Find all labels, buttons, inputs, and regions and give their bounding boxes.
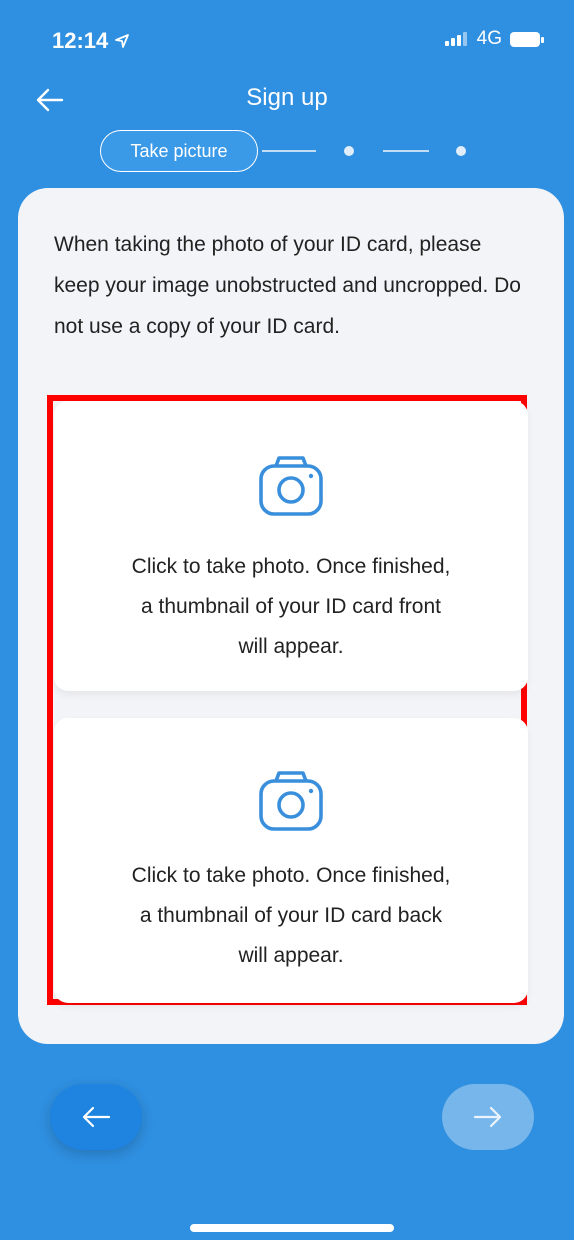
step-dot-3 — [456, 146, 466, 156]
id-back-photo-button[interactable]: Click to take photo. Once finished, a th… — [54, 718, 528, 1003]
arrow-left-icon — [82, 1106, 111, 1128]
location-icon — [115, 34, 130, 48]
id-front-photo-button[interactable]: Click to take photo. Once finished, a th… — [54, 401, 528, 691]
status-indicators: 4G — [444, 28, 544, 50]
battery-icon — [510, 31, 544, 47]
id-upload-card: When taking the photo of your ID card, p… — [18, 188, 564, 1044]
arrow-right-icon — [473, 1106, 502, 1128]
camera-icon — [259, 456, 323, 516]
instructions-text: When taking the photo of your ID card, p… — [54, 233, 521, 338]
signal-icon — [444, 32, 467, 46]
status-time-text: 12:14 — [52, 28, 109, 53]
home-indicator — [190, 1224, 394, 1232]
progress-stepper: Take picture — [100, 130, 490, 172]
previous-step-button[interactable] — [50, 1084, 142, 1150]
network-type: 4G — [476, 28, 502, 49]
step-current: Take picture — [100, 130, 258, 172]
status-bar: 12:14 4G — [0, 0, 574, 84]
step-current-label: Take picture — [130, 140, 228, 161]
step-dot-2 — [344, 146, 354, 156]
page-title: Sign up — [246, 84, 328, 111]
id-front-instruction: Click to take photo. Once finished, a th… — [131, 555, 451, 658]
status-time: 12:14 — [52, 28, 130, 54]
camera-icon — [259, 771, 323, 831]
step-connector — [262, 150, 316, 152]
step-connector — [383, 150, 429, 152]
next-step-button[interactable] — [442, 1084, 534, 1150]
id-back-instruction: Click to take photo. Once finished, a th… — [131, 864, 451, 967]
nav-bar: Sign up — [0, 78, 574, 122]
